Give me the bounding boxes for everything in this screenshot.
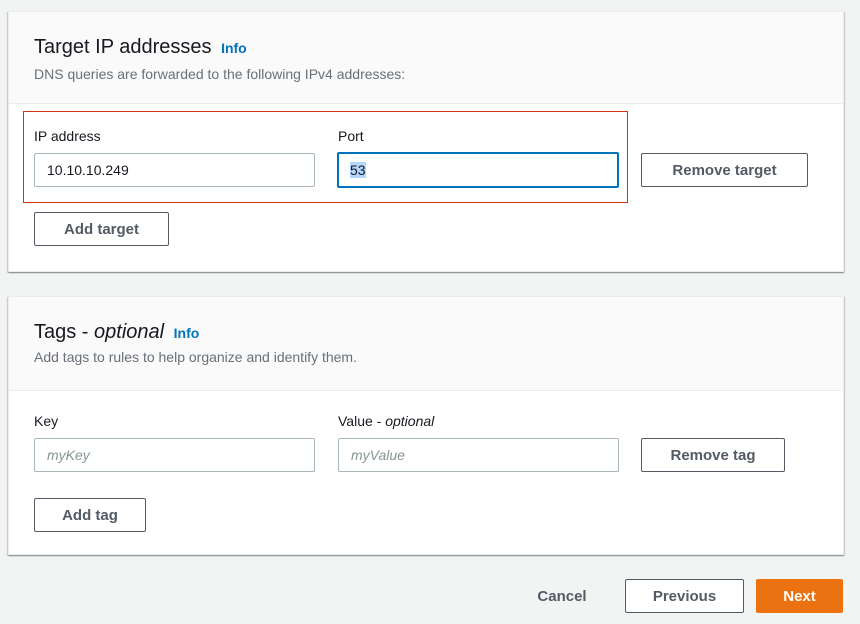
tags-panel-header: Tags - optional Info Add tags to rules t… bbox=[9, 297, 843, 391]
key-input[interactable] bbox=[34, 438, 315, 472]
tags-info-link[interactable]: Info bbox=[174, 325, 200, 341]
next-button[interactable]: Next bbox=[756, 579, 843, 613]
tags-title: Tags - optional Info bbox=[34, 321, 199, 344]
target-ip-panel-header: Target IP addresses Info DNS queries are… bbox=[9, 12, 843, 104]
page: Target IP addresses Info DNS queries are… bbox=[0, 0, 860, 624]
target-ip-description: DNS queries are forwarded to the followi… bbox=[34, 66, 406, 82]
port-label: Port bbox=[338, 128, 364, 144]
remove-target-button[interactable]: Remove target bbox=[641, 153, 808, 187]
ip-address-label: IP address bbox=[34, 128, 101, 144]
add-target-button[interactable]: Add target bbox=[34, 212, 169, 246]
remove-tag-button[interactable]: Remove tag bbox=[641, 438, 785, 472]
target-ip-title: Target IP addresses Info bbox=[34, 36, 247, 59]
ip-address-value: 10.10.10.249 bbox=[47, 162, 129, 178]
value-label: Value - optional bbox=[338, 413, 434, 429]
tags-title-optional: optional bbox=[94, 321, 165, 343]
value-label-optional: optional bbox=[385, 413, 435, 429]
value-label-text: Value - bbox=[338, 413, 386, 429]
target-ip-title-text: Target IP addresses bbox=[34, 36, 212, 58]
tags-panel: Tags - optional Info Add tags to rules t… bbox=[8, 296, 844, 555]
tags-description: Add tags to rules to help organize and i… bbox=[34, 349, 357, 365]
value-input[interactable] bbox=[338, 438, 619, 472]
key-label: Key bbox=[34, 413, 59, 429]
target-ip-panel: Target IP addresses Info DNS queries are… bbox=[8, 11, 844, 272]
target-ip-info-link[interactable]: Info bbox=[221, 40, 247, 56]
tags-title-text: Tags - bbox=[34, 321, 95, 343]
port-value: 53 bbox=[350, 162, 366, 178]
previous-button[interactable]: Previous bbox=[625, 579, 744, 613]
port-input[interactable]: 53 bbox=[337, 152, 619, 188]
ip-address-input[interactable]: 10.10.10.249 bbox=[34, 153, 315, 187]
cancel-button[interactable]: Cancel bbox=[524, 579, 600, 613]
add-tag-button[interactable]: Add tag bbox=[34, 498, 146, 532]
